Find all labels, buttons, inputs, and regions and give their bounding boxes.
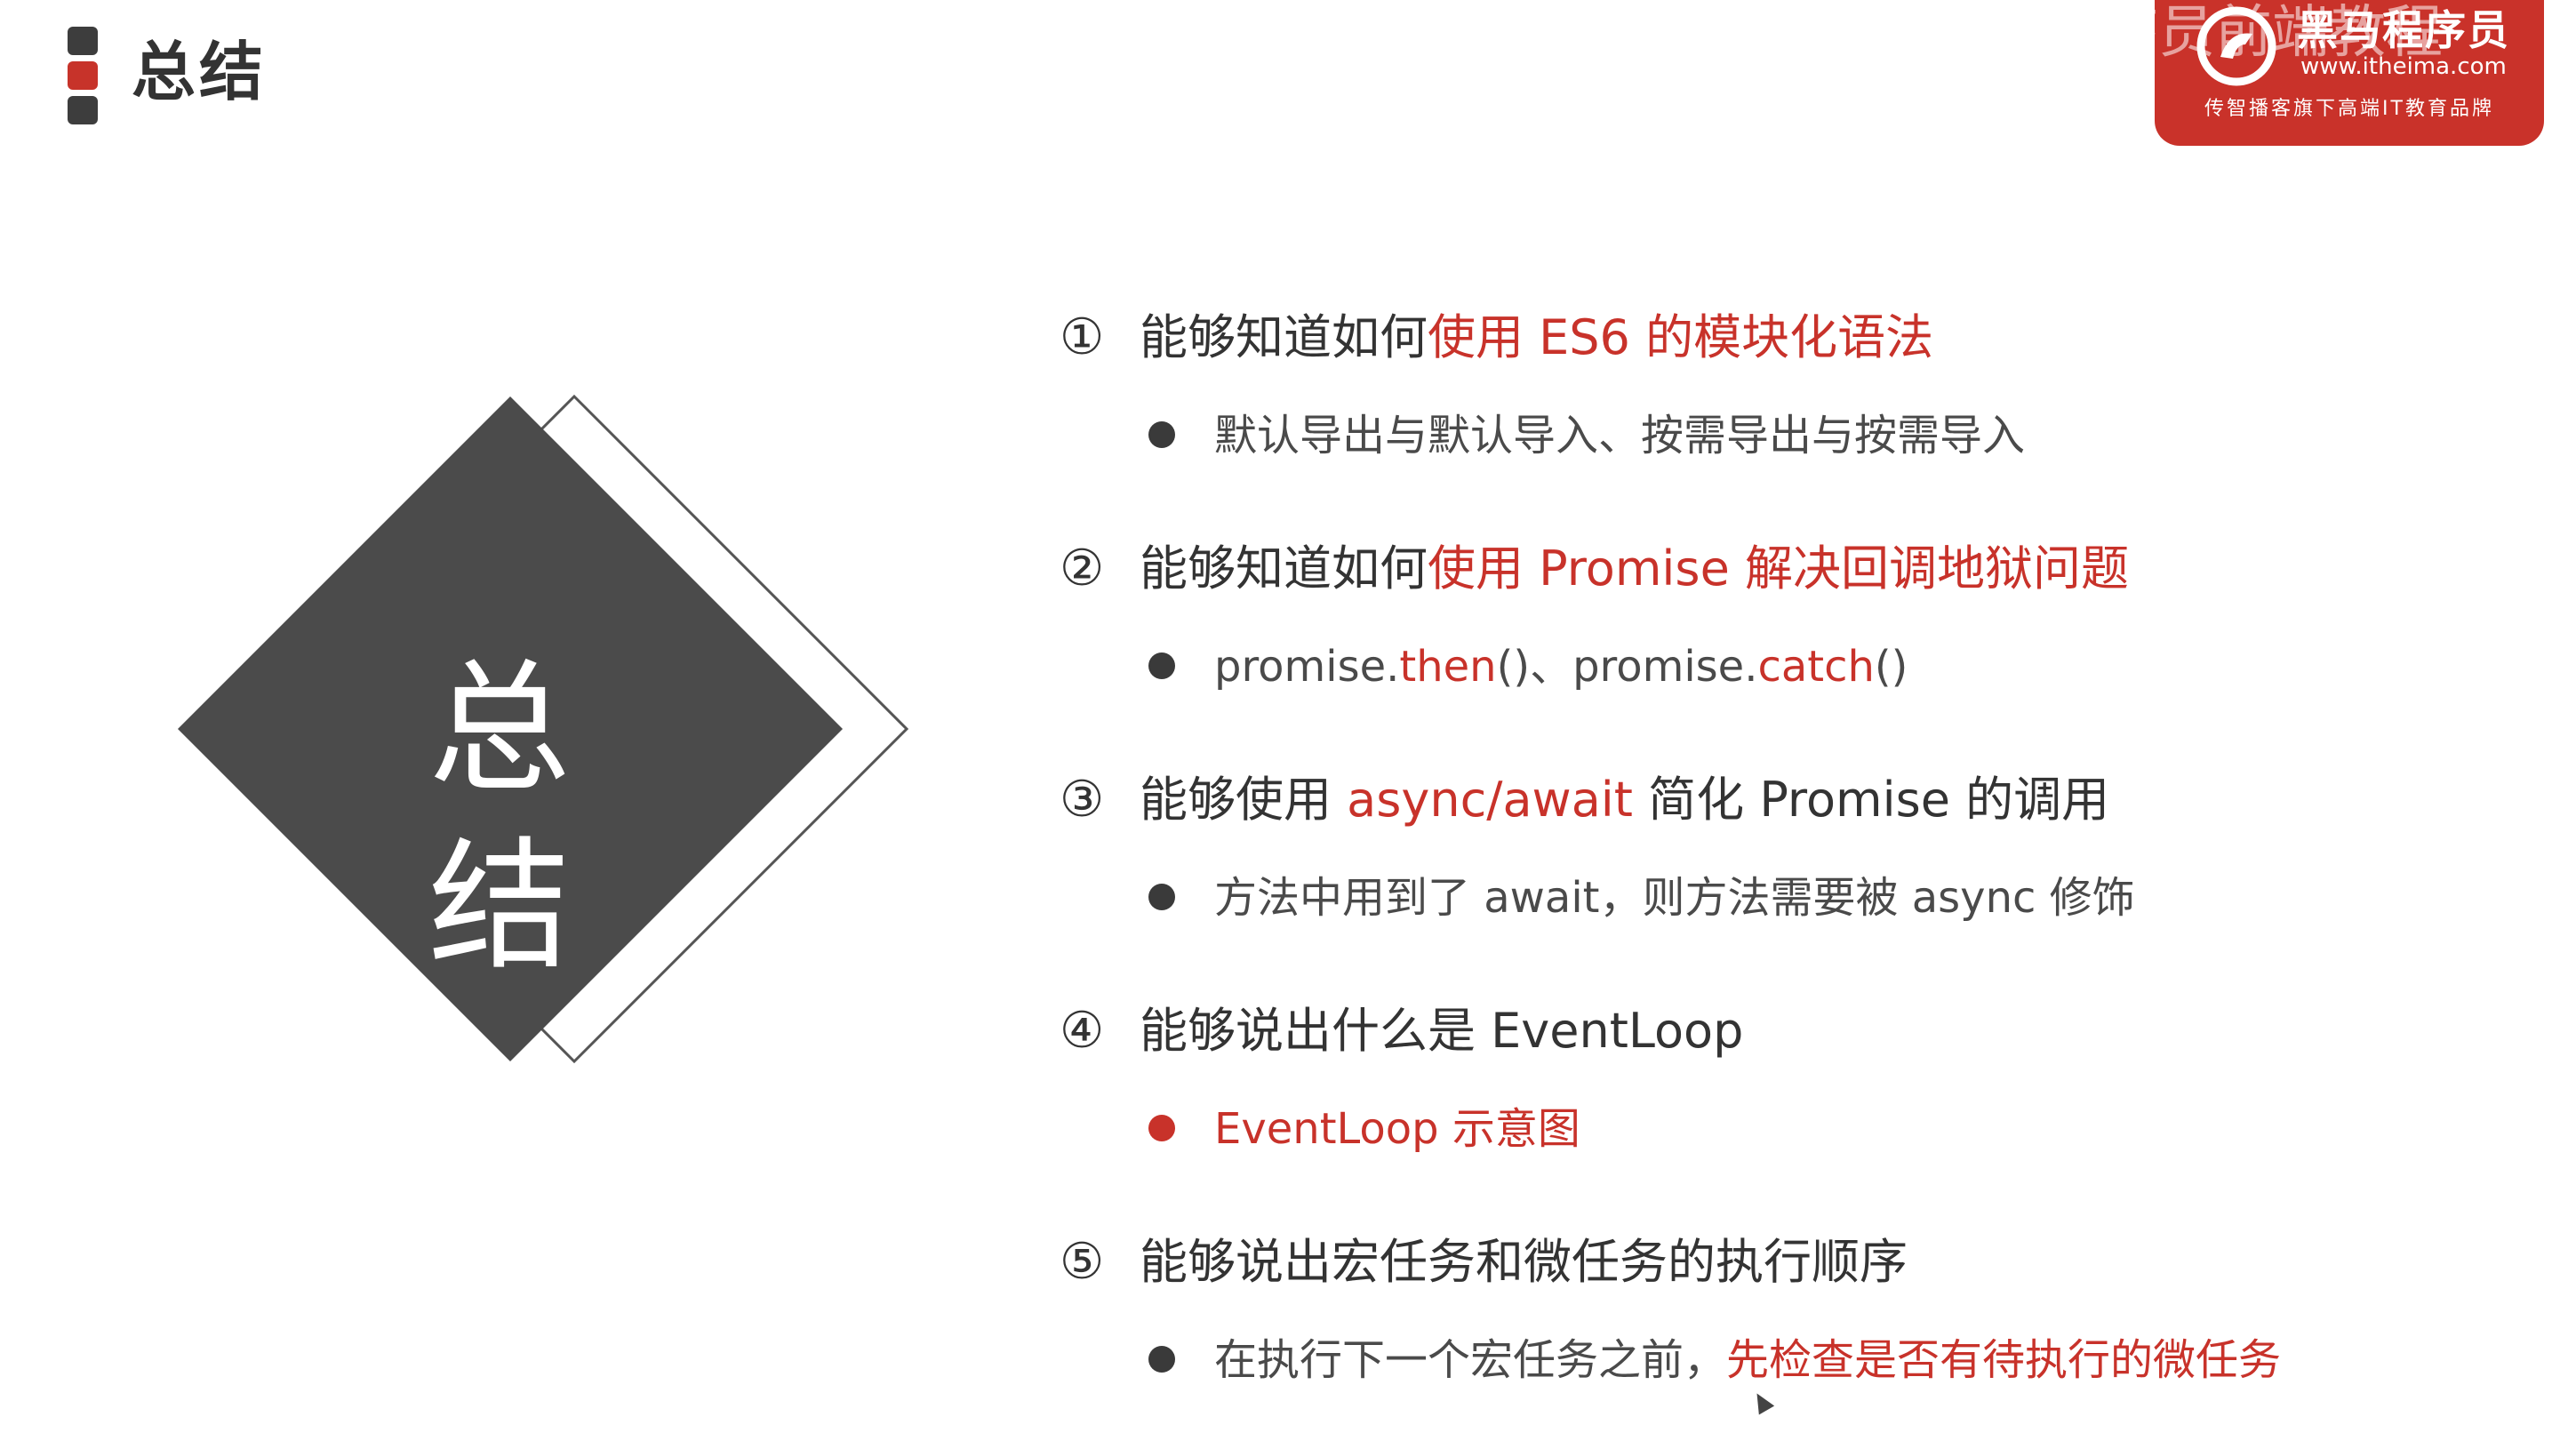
- heading-prefix: 能够知道如何: [1140, 540, 1428, 596]
- bullet-dot-icon: [1148, 1115, 1175, 1141]
- diamond-label: 总结: [428, 645, 576, 989]
- bullet-line: 默认导出与默认导入、按需导出与按需导入: [1148, 400, 2025, 471]
- watermark-text: 程序员前端教程: [2044, 0, 2443, 66]
- header-marker-icon: [68, 27, 100, 131]
- summary-item-1: ① 能够知道如何使用 ES6 的模块化语法 默认导出与默认导入、按需导出与按需导入: [1060, 293, 2526, 524]
- bullet-code-part: (): [1874, 642, 1908, 692]
- heading-prefix: 能够说出宏任务和微任务的执行顺序: [1140, 1234, 1908, 1290]
- item-heading: ⑤ 能够说出宏任务和微任务的执行顺序: [1060, 1218, 1908, 1307]
- bullet-highlight: 先检查是否有待执行的微任务: [1726, 1335, 2282, 1385]
- item-number: ①: [1060, 308, 1105, 366]
- bullet-dot-icon: [1148, 1346, 1175, 1373]
- heading-prefix: 能够知道如何: [1140, 309, 1428, 365]
- item-heading: ② 能够知道如何使用 Promise 解决回调地狱问题: [1060, 524, 2129, 613]
- heading-prefix: 能够说出什么是 EventLoop: [1140, 1003, 1744, 1059]
- heading-suffix: 简化 Promise 的调用: [1632, 772, 2110, 828]
- page-title: 总结: [132, 35, 268, 109]
- bullet-line[interactable]: EventLoop 示意图: [1148, 1093, 1580, 1165]
- bullet-line: promise.then()、promise.catch(): [1148, 631, 1908, 702]
- heading-prefix: 能够使用: [1140, 772, 1348, 828]
- bullet-code-method-catch: catch: [1757, 642, 1875, 692]
- item-heading: ① 能够知道如何使用 ES6 的模块化语法: [1060, 293, 1933, 382]
- heading-highlight: 使用 ES6 的模块化语法: [1428, 309, 1934, 365]
- bullet-code-method-then: then: [1399, 642, 1497, 692]
- marker-block-bottom: [68, 96, 98, 124]
- bullet-dot-icon: [1148, 421, 1175, 448]
- bullet-line: 在执行下一个宏任务之前，先检查是否有待执行的微任务: [1148, 1325, 2281, 1396]
- summary-list: ① 能够知道如何使用 ES6 的模块化语法 默认导出与默认导入、按需导出与按需导入…: [1060, 293, 2526, 1449]
- eventloop-diagram-link[interactable]: EventLoop 示意图: [1214, 1104, 1580, 1154]
- summary-item-3: ③ 能够使用 async/await 简化 Promise 的调用 方法中用到了 …: [1060, 756, 2526, 987]
- item-number: ②: [1060, 540, 1105, 597]
- bullet-dot-icon: [1148, 652, 1175, 679]
- item-number: ④: [1060, 1002, 1105, 1060]
- marker-block-middle: [68, 61, 98, 90]
- item-number: ③: [1060, 771, 1105, 829]
- bullet-prefix: 在执行下一个宏任务之前，: [1214, 1335, 1727, 1385]
- bullet-text: 方法中用到了 await，则方法需要被 async 修饰: [1214, 873, 2135, 923]
- item-number: ⑤: [1060, 1233, 1105, 1291]
- bullet-code-part: ()、promise.: [1496, 642, 1758, 692]
- brand-slogan: 传智播客旗下高端IT教育品牌: [2204, 98, 2494, 120]
- summary-item-2: ② 能够知道如何使用 Promise 解决回调地狱问题 promise.then(…: [1060, 524, 2526, 756]
- heading-highlight: async/await: [1347, 772, 1633, 828]
- item-heading: ③ 能够使用 async/await 简化 Promise 的调用: [1060, 756, 2109, 845]
- bullet-dot-icon: [1148, 884, 1175, 910]
- bullet-line: 方法中用到了 await，则方法需要被 async 修饰: [1148, 862, 2135, 933]
- bullet-text: 默认导出与默认导入、按需导出与按需导入: [1214, 411, 2026, 460]
- summary-item-4: ④ 能够说出什么是 EventLoop EventLoop 示意图: [1060, 987, 2526, 1218]
- summary-item-5: ⑤ 能够说出宏任务和微任务的执行顺序 在执行下一个宏任务之前，先检查是否有待执行的…: [1060, 1218, 2526, 1449]
- marker-block-top: [68, 27, 98, 55]
- heading-highlight: 使用 Promise 解决回调地狱问题: [1428, 540, 2129, 596]
- bullet-code-part: promise.: [1214, 642, 1400, 692]
- item-heading: ④ 能够说出什么是 EventLoop: [1060, 987, 1743, 1076]
